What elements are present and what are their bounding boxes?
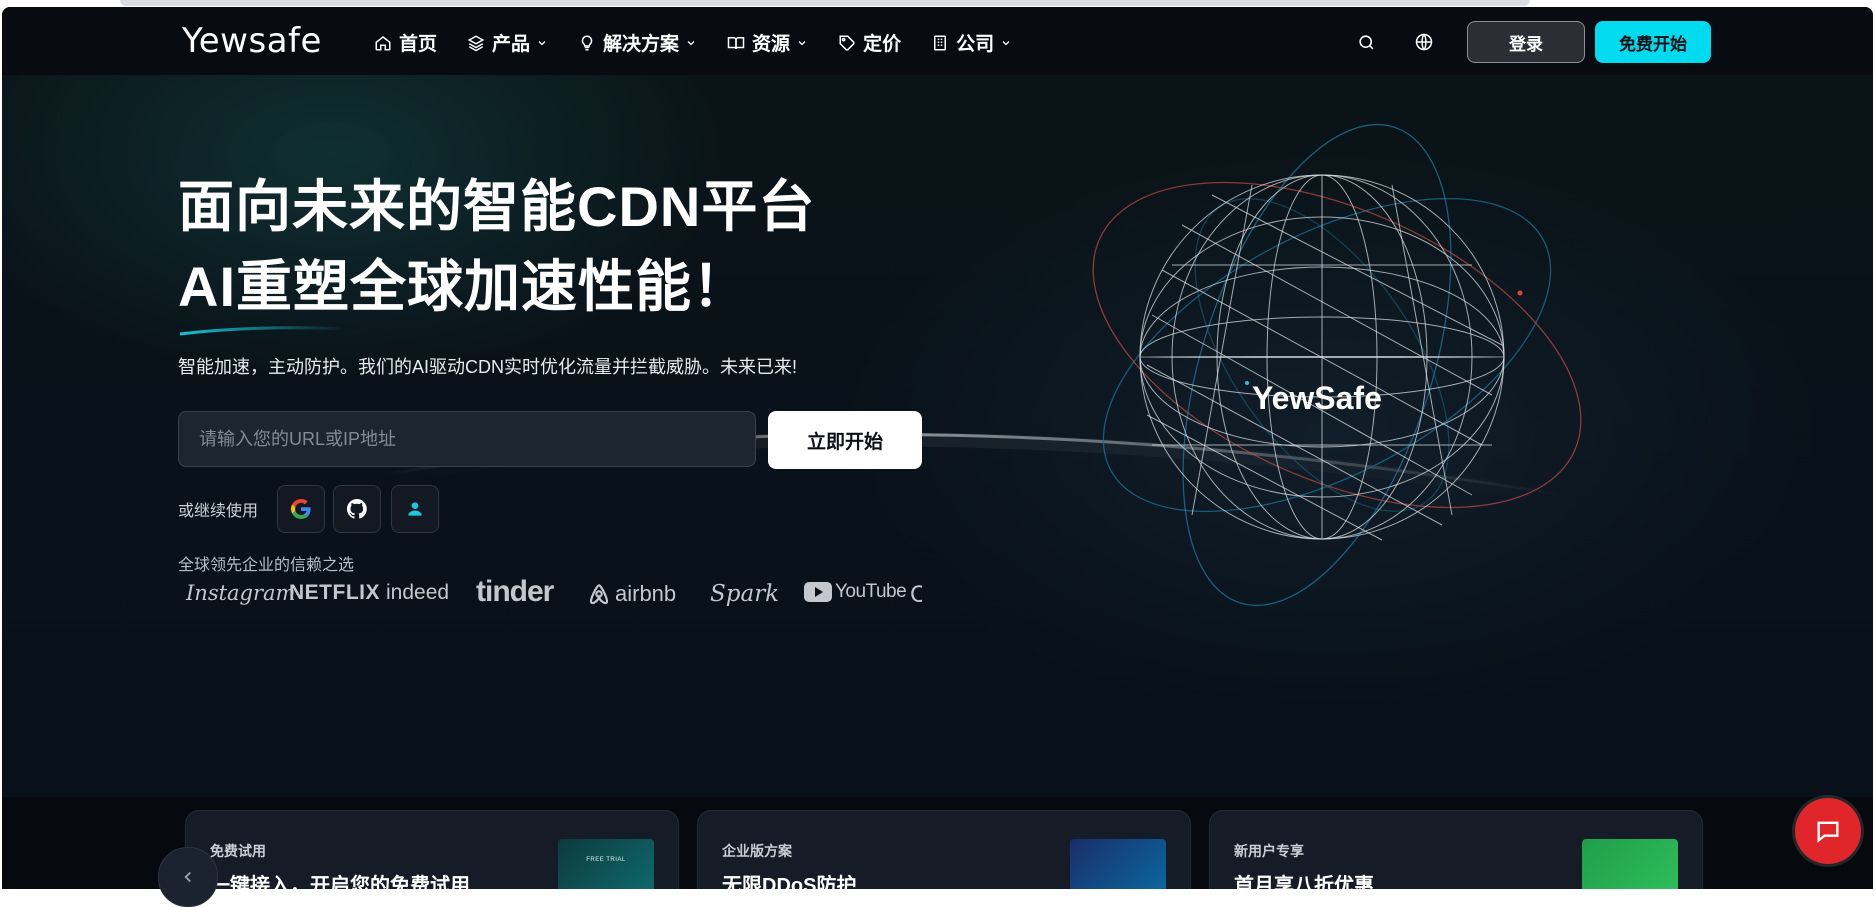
chevron-down-icon <box>538 40 546 45</box>
brand-logo-netflix: NETFLIX <box>289 581 380 604</box>
nav-item-label: 资源 <box>752 34 791 55</box>
card-tag: 免费试用 <box>210 843 266 859</box>
trusted-by-label: 全球领先企业的信赖之选 <box>178 557 355 574</box>
nav-item-products[interactable]: 产品 <box>467 29 548 56</box>
nav-item-pricing[interactable]: 定价 <box>838 29 901 56</box>
continue-with-label: 或继续使用 <box>178 503 259 520</box>
card-tag: 企业版方案 <box>722 843 792 859</box>
nav-item-label: 产品 <box>492 34 531 55</box>
hero-section: 面向未来的智能CDN平台 AI重塑全球加速性能！ 智能加速，主动防护。我们的AI… <box>2 75 1873 797</box>
globe-brand-label: YewSafe <box>1252 380 1382 416</box>
login-button[interactable]: 登录 <box>1467 21 1585 63</box>
brand-logo-spark: Spark <box>710 581 780 607</box>
brand-logo-youtube: YouTube <box>804 581 907 603</box>
nav-menu: 首页 产品 解决方案 资源 定价 公司 <box>374 29 1042 56</box>
promo-carousel: 免费试用 一键接入，开启您的免费试用 FREE TRIAL 企业版方案 无限DD… <box>2 797 1873 889</box>
brand-logo-airbnb: airbnb <box>586 581 676 607</box>
account-login-button[interactable] <box>391 485 439 533</box>
start-now-button[interactable]: 立即开始 <box>768 411 922 469</box>
nav-actions: 登录 免费开始 <box>1351 21 1711 63</box>
headline-line-2: AI重塑全球加速性能！ <box>178 255 749 318</box>
nav-item-company[interactable]: 公司 <box>931 29 1012 56</box>
brand-logo-youtube-text: YouTube <box>835 581 907 602</box>
browser-top-strip <box>120 0 1530 6</box>
chevron-down-icon <box>1002 40 1010 45</box>
search-icon <box>1358 34 1373 49</box>
book-icon <box>727 36 745 49</box>
brand-logo-instagram: Instagram <box>186 581 296 605</box>
brand-logo-strip: Instagram NETFLIX indeed tinder airbnb S… <box>178 575 922 619</box>
globe-visual <box>1092 123 1582 607</box>
nav-item-label: 公司 <box>956 34 995 55</box>
card-tag: 新用户专享 <box>1234 843 1304 859</box>
nav-item-label: 首页 <box>399 34 438 55</box>
nav-item-label: 解决方案 <box>603 34 680 55</box>
google-icon <box>291 499 311 519</box>
page-frame: Yewsafe 首页 产品 解决方案 资源 定价 公司 登录 免费开始 面向未来… <box>2 7 1873 889</box>
search-button[interactable] <box>1351 27 1381 57</box>
card-thumbnail: FREE TRIAL <box>558 839 654 889</box>
headline-line-1: 面向未来的智能CDN平台 <box>178 175 816 238</box>
nav-item-label: 定价 <box>863 34 902 55</box>
url-input[interactable] <box>178 411 756 467</box>
lightbulb-icon <box>581 34 593 50</box>
headline-underline <box>179 326 347 336</box>
youtube-icon <box>804 582 832 602</box>
top-navbar: Yewsafe 首页 产品 解决方案 资源 定价 公司 登录 免费开始 <box>2 7 1873 76</box>
tag-icon <box>839 35 855 51</box>
chat-button[interactable] <box>1795 798 1861 864</box>
globe-icon <box>1415 33 1433 51</box>
layers-icon <box>467 34 485 51</box>
hero-headline: 面向未来的智能CDN平台 AI重塑全球加速性能！ <box>178 167 815 327</box>
github-login-button[interactable] <box>333 485 381 533</box>
site-logo[interactable]: Yewsafe <box>182 21 322 61</box>
card-title: 首月享八折优惠 <box>1234 875 1374 889</box>
card-title: 无限DDoS防护 <box>722 875 857 889</box>
chevron-down-icon <box>798 40 806 45</box>
language-button[interactable] <box>1409 27 1439 57</box>
google-login-button[interactable] <box>277 485 325 533</box>
brand-logo-indeed: indeed <box>386 581 450 604</box>
home-icon <box>375 35 391 50</box>
brand-logo-partial: C <box>910 581 922 608</box>
hero-subtitle: 智能加速，主动防护。我们的AI驱动CDN实时优化流量并拦截威胁。未来已来! <box>178 357 798 377</box>
card-title: 一键接入，开启您的免费试用 <box>210 875 470 889</box>
github-icon <box>346 498 367 519</box>
start-free-button[interactable]: 免费开始 <box>1595 21 1711 63</box>
card-thumbnail <box>1070 839 1166 889</box>
chat-icon <box>1817 821 1839 843</box>
promo-card-new-user[interactable]: 新用户专享 首月享八折优惠 <box>1209 810 1703 889</box>
promo-card-enterprise[interactable]: 企业版方案 无限DDoS防护 <box>697 810 1191 889</box>
card-thumbnail <box>1582 839 1678 889</box>
nav-item-solutions[interactable]: 解决方案 <box>578 29 697 56</box>
chevron-down-icon <box>687 40 695 45</box>
nav-item-resources[interactable]: 资源 <box>727 29 808 56</box>
user-icon <box>408 502 422 516</box>
carousel-prev-button[interactable] <box>158 847 218 907</box>
card-thumb-text: FREE TRIAL <box>586 857 626 863</box>
brand-logo-airbnb-text: airbnb <box>615 581 677 606</box>
nav-item-home[interactable]: 首页 <box>374 29 437 56</box>
building-icon <box>934 35 947 50</box>
promo-card-free-trial[interactable]: 免费试用 一键接入，开启您的免费试用 FREE TRIAL <box>185 810 679 889</box>
airbnb-icon <box>589 584 609 605</box>
brand-logo-tinder: tinder <box>476 575 554 608</box>
chevron-left-icon <box>184 871 191 883</box>
